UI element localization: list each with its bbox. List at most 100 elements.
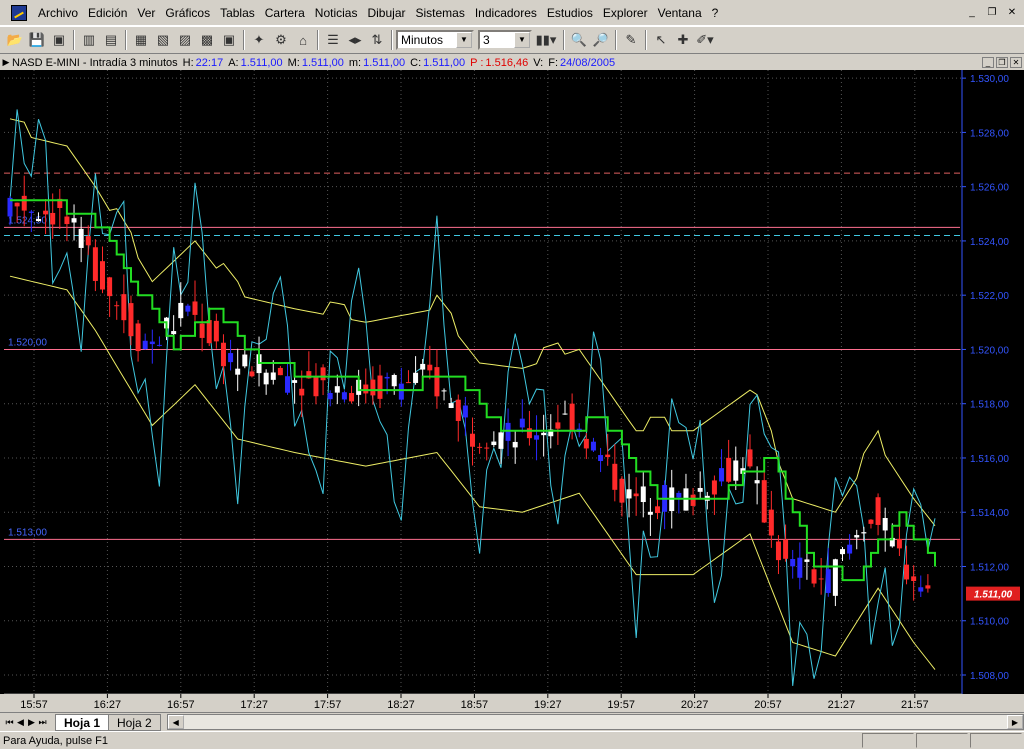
candle-body: [904, 564, 910, 580]
candle-body: [832, 559, 838, 596]
candle-body: [925, 585, 931, 589]
chart-style-icon[interactable]: ▮▮▾: [532, 29, 560, 51]
candle-body: [14, 202, 20, 207]
bar-chart-icon[interactable]: ▥: [78, 29, 100, 51]
candle-body: [526, 428, 532, 439]
p-label: P :: [470, 56, 484, 69]
timeframe-select[interactable]: Minutos ▼: [396, 30, 474, 50]
menu-graficos[interactable]: Gráficos: [160, 0, 215, 26]
candle-body: [875, 497, 881, 525]
candle-body: [156, 344, 162, 346]
menu-archivo[interactable]: Archivo: [33, 0, 83, 26]
close-icon[interactable]: ✕: [1004, 6, 1020, 20]
chart-minimize-icon[interactable]: _: [982, 57, 994, 68]
y-tick-label: 1.524,00: [970, 237, 1009, 248]
menu-dibujar[interactable]: Dibujar: [362, 0, 410, 26]
interval-select[interactable]: 3 ▼: [478, 30, 532, 50]
news-icon[interactable]: ▣: [218, 29, 240, 51]
system-icon[interactable]: ⚙: [270, 29, 292, 51]
minimize-icon[interactable]: _: [964, 6, 980, 20]
last-sheet-icon[interactable]: ⏭: [37, 715, 48, 729]
candle-body: [825, 569, 831, 593]
restore-icon[interactable]: ❐: [984, 6, 1000, 20]
candle-body: [733, 460, 739, 481]
zoom-in-icon[interactable]: 🔎: [590, 29, 612, 51]
candle-chart-icon[interactable]: ▤: [100, 29, 122, 51]
menu-sistemas[interactable]: Sistemas: [410, 0, 469, 26]
candle-body: [171, 331, 177, 335]
candle-body: [790, 559, 796, 567]
portfolio-icon[interactable]: ▩: [196, 29, 218, 51]
wizard-icon[interactable]: ✦: [248, 29, 270, 51]
menu-indicadores[interactable]: Indicadores: [470, 0, 542, 26]
header-p: P :1.516,46: [470, 57, 528, 69]
chart-window-icon[interactable]: ▦: [130, 29, 152, 51]
first-sheet-icon[interactable]: ⏮: [4, 715, 15, 729]
candle-body: [213, 320, 219, 342]
candle-body: [747, 449, 753, 467]
chart-close-icon[interactable]: ✕: [1010, 57, 1022, 68]
save-icon[interactable]: 💾: [26, 29, 48, 51]
menu-explorer[interactable]: Explorer: [598, 0, 653, 26]
candle-body: [854, 535, 860, 538]
candle-body: [420, 363, 426, 370]
indicator-icon[interactable]: ✎: [620, 29, 642, 51]
scroll-right-icon[interactable]: ▶: [1007, 715, 1023, 729]
chart-window: ▶ NASD E-MINI - Intradía 3 minutos H: 22:…: [0, 55, 1024, 712]
toolbar-separator: [645, 30, 647, 50]
status-help-text: Para Ayuda, pulse F1: [3, 734, 108, 747]
candle-body: [541, 432, 547, 436]
candle-body: [363, 384, 369, 394]
candle-body: [405, 382, 411, 384]
chevron-down-icon[interactable]: ▼: [514, 32, 530, 48]
explorer-icon[interactable]: ⌂: [292, 29, 314, 51]
horizontal-scrollbar[interactable]: ◀ ▶: [166, 714, 1024, 730]
candle-body: [178, 302, 184, 319]
scroll-left-icon[interactable]: ◀: [167, 715, 184, 729]
candle-body: [619, 478, 625, 503]
nudge-icon[interactable]: ⇅: [366, 29, 388, 51]
draw-tool-icon[interactable]: ✐▾: [694, 29, 716, 51]
candle-body: [868, 519, 874, 524]
menu-ventana[interactable]: Ventana: [653, 0, 707, 26]
save-all-icon[interactable]: ▣: [48, 29, 70, 51]
tab-hoja-2[interactable]: Hoja 2: [108, 713, 161, 731]
menu-cartera[interactable]: Cartera: [260, 0, 310, 26]
tab-hoja-1[interactable]: Hoja 1: [55, 713, 110, 731]
menu-tablas[interactable]: Tablas: [215, 0, 260, 26]
next-sheet-icon[interactable]: ▶: [26, 715, 37, 729]
candle-body: [313, 376, 319, 397]
candle-body: [519, 418, 525, 428]
app-chart-icon[interactable]: [11, 4, 27, 21]
candle-body: [647, 511, 653, 515]
open-folder-icon[interactable]: 📂: [4, 29, 26, 51]
candle-body: [149, 341, 155, 345]
candle-body: [192, 301, 198, 315]
chart-menu-arrow-icon[interactable]: ▶: [0, 57, 12, 68]
chart-header: ▶ NASD E-MINI - Intradía 3 minutos H: 22:…: [0, 55, 1024, 70]
header-low: m: 1.511,00: [349, 57, 405, 69]
menu-help[interactable]: ?: [707, 0, 724, 26]
scroll-controls-icon[interactable]: ◂▸: [344, 29, 366, 51]
chart-restore-icon[interactable]: ❐: [996, 57, 1008, 68]
table-icon[interactable]: ▨: [174, 29, 196, 51]
menu-ver[interactable]: Ver: [132, 0, 160, 26]
candle-body: [398, 383, 404, 400]
chevron-down-icon[interactable]: ▼: [456, 32, 472, 48]
price-chart[interactable]: 1.530,00 1.528,00 1.526,00 1.524,00 1.522,00…: [0, 70, 1024, 712]
zoom-out-icon[interactable]: 🔍: [568, 29, 590, 51]
menu-noticias[interactable]: Noticias: [310, 0, 363, 26]
y-tick-label: 1.512,00: [970, 562, 1009, 573]
header-close: C: 1.511,00: [410, 57, 465, 69]
candle-body: [754, 480, 760, 484]
candle-body: [569, 403, 575, 430]
candle-body: [775, 541, 781, 561]
cursor-icon[interactable]: ↖: [650, 29, 672, 51]
properties-icon[interactable]: ☰: [322, 29, 344, 51]
menu-estudios[interactable]: Estudios: [542, 0, 598, 26]
multi-chart-icon[interactable]: ▧: [152, 29, 174, 51]
y-tick-label: 1.520,00: [970, 345, 1009, 356]
menu-edicion[interactable]: Edición: [83, 0, 132, 26]
prev-sheet-icon[interactable]: ◀: [15, 715, 26, 729]
crosshair-icon[interactable]: ✚: [672, 29, 694, 51]
